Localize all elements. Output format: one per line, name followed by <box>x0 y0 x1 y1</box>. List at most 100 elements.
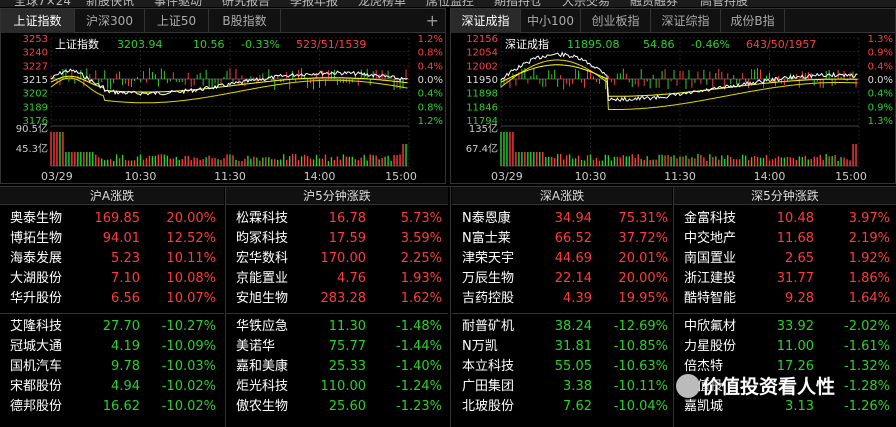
table-header: 深A涨跌 <box>452 187 672 205</box>
menu-item[interactable]: 龙虎榜单 <box>358 0 406 7</box>
table-row[interactable]: 酷特智能 9.28 1.64% <box>674 289 896 309</box>
sh-index-panel: 上证指数 沪深300 上证50 B股指数 + 3253 3240 3227 3215 3202… <box>0 8 446 184</box>
table-row[interactable]: 奥泰生物 169.85 20.00% <box>0 209 224 229</box>
table-row[interactable]: N泰恩康 34.94 75.31% <box>452 209 672 229</box>
tab-5[interactable]: 成份B指 <box>721 9 785 33</box>
table-row[interactable]: 华铁应急 11.30 -1.48% <box>226 317 448 337</box>
stock-pct: 20.00% <box>618 271 668 286</box>
stock-name: 安旭生物 <box>236 291 289 306</box>
stock-price: 44.69 <box>554 251 592 266</box>
time-tick-label: 15:00 <box>835 170 867 183</box>
table-row[interactable]: 中交地产 11.68 2.19% <box>674 229 896 249</box>
stock-name: 美诺华 <box>236 339 276 354</box>
table-row[interactable]: 艾隆科技 27.70 -10.27% <box>0 317 224 337</box>
stock-price: 5.23 <box>111 251 140 266</box>
table-row[interactable]: 津荣天宇 44.69 20.01% <box>452 249 672 269</box>
table-row[interactable]: 中欣氟材 33.92 -2.02% <box>674 317 896 337</box>
menu-item[interactable]: 事件驱动 <box>154 0 202 7</box>
menu-item[interactable]: 研究报告 <box>222 0 270 7</box>
table-row[interactable]: N万凯 31.81 -10.85% <box>452 337 672 357</box>
tab-3[interactable]: 创业板指 <box>581 9 651 33</box>
pct-tick-label: 1.3% <box>868 34 893 45</box>
table-row[interactable]: 昀冢科技 17.59 3.59% <box>226 229 448 249</box>
table-row[interactable]: 德邦股份 16.62 -10.02% <box>0 397 224 417</box>
tab-4[interactable]: B股指数 <box>209 9 281 33</box>
stock-name: 艾隆科技 <box>10 319 63 334</box>
stock-name: N富士莱 <box>462 231 511 246</box>
table-row[interactable]: 海泰发展 5.23 10.11% <box>0 249 224 269</box>
stock-name: 北玻股份 <box>462 399 515 414</box>
table-row[interactable]: 大湖股份 7.10 10.08% <box>0 269 224 289</box>
table-row[interactable]: 美诺华 75.77 -1.44% <box>226 337 448 357</box>
menu-item[interactable]: 新股快讯 <box>86 0 134 7</box>
stock-pct: 1.86% <box>848 271 890 286</box>
tab-1[interactable]: 上证指数 <box>1 9 75 33</box>
tab-2[interactable]: 中小100 <box>521 9 581 33</box>
table-row[interactable]: 炬光科技 110.00 -1.24% <box>226 377 448 397</box>
table-row[interactable]: 宏华数科 170.00 2.25% <box>226 249 448 269</box>
stock-name: 嘉凯城 <box>684 399 724 414</box>
stock-pct: -1.48% <box>396 319 442 334</box>
stock-price: 31.77 <box>776 271 814 286</box>
table-row[interactable]: 北玻股份 7.62 -10.04% <box>452 397 672 417</box>
stock-name: N万凯 <box>462 339 498 354</box>
menu-item[interactable]: 融资融券 <box>630 0 678 7</box>
table-row[interactable]: 松霖科技 16.78 5.73% <box>226 209 448 229</box>
table-row[interactable]: 嘉和美康 25.33 -1.40% <box>226 357 448 377</box>
stock-name: 力星股份 <box>684 339 737 354</box>
table-row[interactable]: 博拓生物 94.01 12.52% <box>0 229 224 249</box>
stock-name: 广田集团 <box>462 379 515 394</box>
tab-2[interactable]: 沪深300 <box>75 9 145 33</box>
price-tick-label: 3215 <box>23 75 48 86</box>
price-tick-label: 11950 <box>466 75 498 86</box>
index-pct: -0.33% <box>241 38 280 51</box>
table-row[interactable]: 吉药控股 4.39 19.95% <box>452 289 672 309</box>
stock-name: 京能置业 <box>236 271 289 286</box>
tab-4[interactable]: 深证综指 <box>651 9 721 33</box>
stock-pct: 10.08% <box>166 271 216 286</box>
index-pct: -0.46% <box>691 38 730 51</box>
menu-item[interactable]: 全球7×24 <box>14 0 71 7</box>
stock-pct: -1.26% <box>844 399 890 414</box>
table-row[interactable]: 国机汽车 9.78 -10.03% <box>0 357 224 377</box>
stock-price: 110.00 <box>320 379 367 394</box>
table-row[interactable]: 京能置业 4.76 1.93% <box>226 269 448 289</box>
pct-tick-label: 1.2% <box>418 116 443 127</box>
menu-item[interactable]: 期指持仓 <box>494 0 542 7</box>
table-row[interactable]: 耐普矿机 38.24 -12.69% <box>452 317 672 337</box>
vol-tick-label: 90.5亿 <box>16 122 48 135</box>
time-tick-label: 03/29 <box>41 170 73 183</box>
table-row[interactable]: 嘉凯城 3.13 -1.26% <box>674 397 896 417</box>
time-tick-label: 15:00 <box>385 170 417 183</box>
table-row[interactable]: 安旭生物 283.28 1.62% <box>226 289 448 309</box>
menu-item[interactable]: 席位监控 <box>426 0 474 7</box>
table-row[interactable]: 傲农生物 25.60 -1.23% <box>226 397 448 417</box>
pct-tick-label: 0.4% <box>868 89 893 100</box>
time-tick-label: 14:00 <box>754 170 786 183</box>
stock-name: 津荣天宇 <box>462 251 515 266</box>
table-row[interactable]: 华升股份 6.56 10.07% <box>0 289 224 309</box>
table-row[interactable]: 万辰生物 22.14 20.00% <box>452 269 672 289</box>
table-row[interactable]: 浙江建投 31.77 1.86% <box>674 269 896 289</box>
stock-price: 4.76 <box>337 271 366 286</box>
table-row[interactable]: N富士莱 66.52 37.72% <box>452 229 672 249</box>
table-row[interactable]: 力星股份 11.00 -1.61% <box>674 337 896 357</box>
table-row[interactable]: 本立科技 55.05 -10.63% <box>452 357 672 377</box>
table-row[interactable]: 南国置业 2.65 1.92% <box>674 249 896 269</box>
stock-name: 万辰生物 <box>462 271 515 286</box>
tab-3[interactable]: 上证50 <box>145 9 209 33</box>
menu-item[interactable]: 大宗交易 <box>562 0 610 7</box>
stock-pct: -10.03% <box>161 359 216 374</box>
table-row[interactable]: 冠城大通 4.19 -10.09% <box>0 337 224 357</box>
add-tab-icon[interactable]: + <box>426 9 439 33</box>
stock-pct: 10.11% <box>166 251 216 266</box>
table-row[interactable]: 宋都股份 4.94 -10.02% <box>0 377 224 397</box>
table-row[interactable]: 金富科技 10.48 3.97% <box>674 209 896 229</box>
tab-1[interactable]: 深证成指 <box>451 9 521 33</box>
stock-pct: -2.02% <box>844 319 890 334</box>
divider <box>673 187 674 427</box>
table-row[interactable]: 广田集团 3.38 -10.11% <box>452 377 672 397</box>
menu-item[interactable]: 季报年报 <box>290 0 338 7</box>
menu-item[interactable]: 高管持股 <box>700 0 748 7</box>
time-tick-label: 14:00 <box>304 170 336 183</box>
